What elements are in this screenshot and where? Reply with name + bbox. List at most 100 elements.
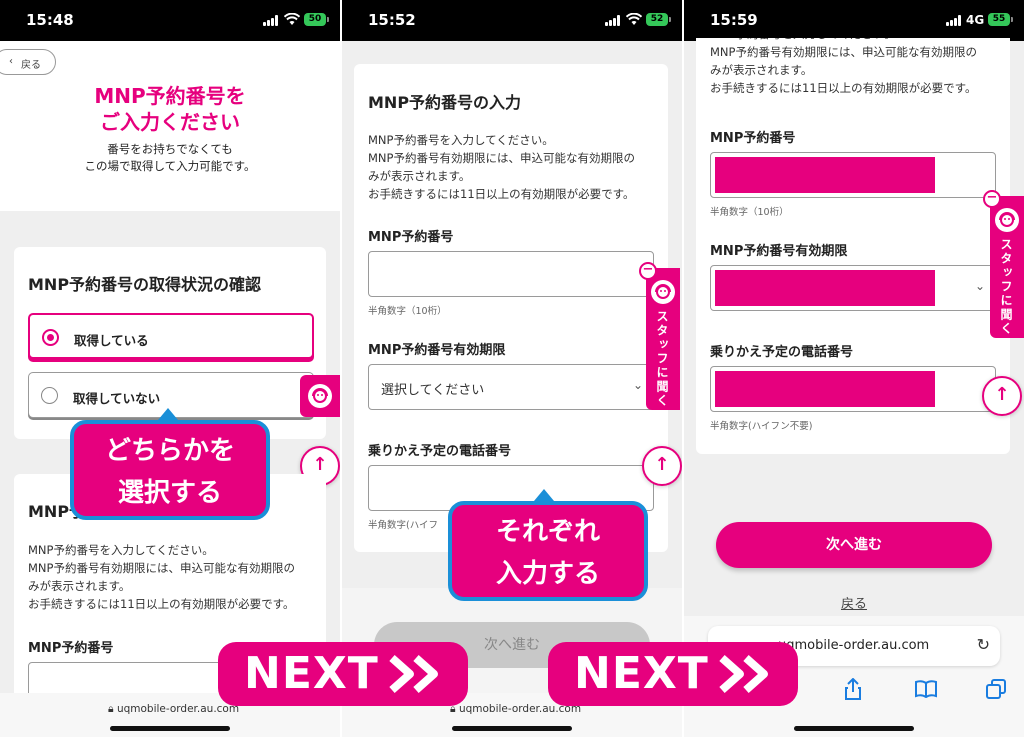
bookmarks-icon[interactable] [914,680,938,698]
status-time: 15:59 [710,11,758,29]
wifi-icon [626,13,642,25]
next-step-badge: NEXT [218,642,468,706]
home-indicator [452,726,572,731]
status-time: 15:48 [26,11,74,29]
desc-line: MNP予約番号有効期限には、申込可能な有効期限の [710,45,977,59]
url-text: uqmobile-order.au.com [778,638,930,653]
desc-line: みが表示されます。 [28,579,131,593]
tabs-icon[interactable] [986,679,1006,699]
mnp-expiry-label: MNP予約番号有効期限 [368,343,506,358]
phone-number-hint: 半角数字(ハイフン不要) [710,421,813,432]
status-time: 15:52 [368,11,416,29]
desc-line: お手続きするには11日以上の有効期限が必要です。 [368,187,635,201]
staff-avatar-icon [651,280,675,304]
double-chevron-right-icon [389,655,438,693]
staff-avatar-icon [308,384,332,408]
reload-icon[interactable]: ↻ [977,635,990,654]
mnp-number-input[interactable] [368,251,654,297]
mnp-expiry-select[interactable]: ⌄ [710,265,996,311]
status-bar: 15:48 50 [0,0,340,41]
desc-line: お手続きするには11日以上の有効期限が必要です。 [710,81,977,95]
staff-help-tab[interactable]: スタッフに聞く [646,268,680,410]
phone-number-label: 乗りかえ予定の電話番号 [710,345,854,360]
staff-help-button[interactable] [300,375,340,417]
desc-line: お手続きするには11日以上の有効期限が必要です。 [28,597,295,611]
lock-icon: 🔒︎ [108,703,114,715]
network-type: 4G [966,13,985,27]
back-label: 戻る [21,60,41,71]
url-text: uqmobile-order.au.com [116,703,240,715]
mnp-number-label: MNP予約番号 [710,131,796,146]
scroll-top-button[interactable]: ↑ [982,376,1022,416]
page-subtitle: 番号をお持ちでなくても この場で取得して入力可能です。 [0,141,340,175]
callout-fill-each: それぞれ 入力する [448,501,648,601]
mnp-number-hint: 半角数字（10桁） [368,306,447,317]
share-icon[interactable] [844,678,862,700]
next-step-badge: NEXT [548,642,798,706]
subtitle-line2: この場で取得して入力可能です。 [84,159,256,173]
callout-select-one: どちらかを 選択する [70,420,270,520]
callout-line2: 選択する [117,478,222,508]
staff-tab-label: スタッフに聞く [999,238,1013,336]
redacted-value [715,157,935,193]
cellular-signal-icon [946,15,962,26]
callout-tail [534,489,554,501]
hero-section: ‹ 戻る MNP予約番号を ご入力ください 番号をお持ちでなくても この場で取得… [0,41,340,211]
callout-tail [158,408,178,420]
page-title: MNP予約番号を ご入力ください [0,83,340,135]
page-title-line2: ご入力ください [100,110,240,134]
mnp-number-input[interactable] [710,152,996,198]
arrow-up-icon: ↑ [654,454,670,475]
phone-number-hint: 半角数字(ハイフ [368,520,439,531]
input-card-description: MNP予約番号を入力してください。 MNP予約番号有効期限には、申込可能な有効期… [28,541,295,613]
back-button[interactable]: ‹ 戻る [0,49,56,75]
phone-number-input[interactable] [710,366,996,412]
staff-tab-label: スタッフに聞く [655,310,669,408]
back-link[interactable]: 戻る [684,593,1024,612]
desc-line: MNP予約番号を入力してください。 [28,543,214,557]
phone-number-label: 乗りかえ予定の電話番号 [368,444,512,459]
mnp-number-label: MNP予約番号 [28,641,114,656]
card-title: MNP予約番号の入力 [368,93,522,112]
desc-line: MNP予約番号有効期限には、申込可能な有効期限の [368,151,635,165]
redacted-value [715,371,935,407]
page-title-line1: MNP予約番号を [94,84,246,108]
status-bar: 15:52 52 [342,0,682,41]
double-chevron-right-icon [719,655,768,693]
staff-help-tab[interactable]: スタッフに聞く [990,196,1024,338]
scroll-top-button[interactable]: ↑ [642,446,682,486]
panel-step-2: 15:52 52 MNP予約番号の入力 MNP予約番号を入力してください。 MN… [342,0,682,737]
mnp-expiry-label: MNP予約番号有効期限 [710,244,848,259]
battery-icon: 50 [304,13,329,26]
minimize-icon[interactable]: − [639,262,657,280]
radio-obtained[interactable]: 取得している [28,313,314,359]
desc-line: みが表示されます。 [368,169,471,183]
radio-selected-icon [42,329,59,346]
next-badge-label: NEXT [574,648,709,699]
cellular-signal-icon [263,15,279,26]
radio-obtained-label: 取得している [74,333,149,348]
panel-step-3: 15:59 4G 55 MNP予約番号を入力してください。 MNP予約番号有効期… [684,0,1024,737]
chevron-left-icon: ‹ [9,56,13,67]
expiry-placeholder: 選択してください [381,383,485,398]
url-bar[interactable]: 🔒︎ uqmobile-order.au.com [108,703,239,716]
panel-step-1: 15:48 50 ‹ 戻る MNP予約番号を ご入力ください 番号をお持ちでなく… [0,0,340,737]
arrow-up-icon: ↑ [312,454,328,475]
card-description: MNP予約番号を入力してください。 MNP予約番号有効期限には、申込可能な有効期… [368,131,635,203]
home-indicator [110,726,230,731]
desc-line: MNP予約番号有効期限には、申込可能な有効期限の [28,561,295,575]
wifi-icon [284,13,300,25]
mnp-number-hint: 半角数字（10桁） [710,207,789,218]
chevron-down-icon: ⌄ [632,378,643,392]
card-description: MNP予約番号を入力してください。 MNP予約番号有効期限には、申込可能な有効期… [710,32,977,97]
battery-icon: 55 [988,13,1013,26]
minimize-icon[interactable]: − [983,190,1001,208]
status-card-title: MNP予約番号の取得状況の確認 [28,275,262,294]
next-badge-label: NEXT [244,648,379,699]
home-indicator [794,726,914,731]
desc-line: みが表示されます。 [710,63,813,77]
desc-line: MNP予約番号を入力してください。 [368,133,554,147]
next-button[interactable]: 次へ進む [716,522,992,568]
radio-empty-icon [41,387,58,404]
mnp-expiry-select[interactable]: 選択してください ⌄ [368,364,654,410]
